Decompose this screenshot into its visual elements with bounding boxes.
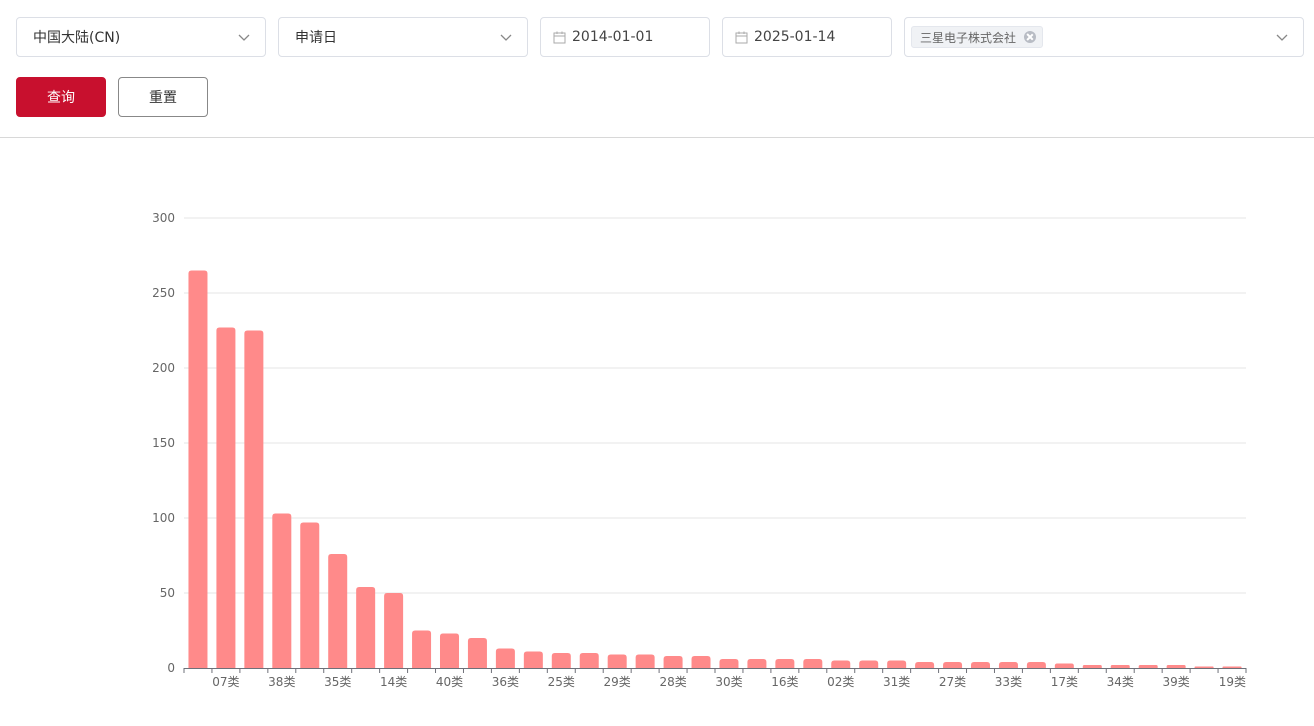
bar[interactable] xyxy=(467,638,487,668)
x-tick-label: 31类 xyxy=(883,675,910,689)
y-tick-label: 200 xyxy=(152,361,175,375)
bar[interactable] xyxy=(1138,665,1158,668)
x-tick-label: 36类 xyxy=(492,675,519,689)
x-tick-label: 07类 xyxy=(212,675,239,689)
chart-bars xyxy=(188,270,1242,669)
x-tick-label: 28类 xyxy=(659,675,686,689)
x-tick-label: 29类 xyxy=(604,675,631,689)
date-type-select[interactable]: 申请日 xyxy=(278,17,528,57)
x-tick-label: 16类 xyxy=(771,675,798,689)
x-tick-label: 38类 xyxy=(268,675,295,689)
bar[interactable] xyxy=(1082,665,1102,668)
y-tick-label: 0 xyxy=(167,661,175,675)
end-date-input[interactable]: 2025-01-14 xyxy=(722,17,892,57)
bar[interactable] xyxy=(859,660,879,669)
bar[interactable] xyxy=(970,662,991,668)
applicant-tag: 三星电子株式会社 xyxy=(911,26,1044,48)
x-tick-label: 34类 xyxy=(1107,675,1134,689)
query-button[interactable]: 查询 xyxy=(16,77,106,117)
y-tick-label: 250 xyxy=(152,286,175,300)
close-icon[interactable] xyxy=(1024,31,1037,43)
chevron-down-icon xyxy=(238,34,250,41)
bar[interactable] xyxy=(384,593,404,668)
bar[interactable] xyxy=(523,651,543,669)
bar[interactable] xyxy=(1054,663,1074,669)
chevron-down-icon xyxy=(500,34,512,41)
bar[interactable] xyxy=(1026,662,1046,668)
end-date-value: 2025-01-14 xyxy=(754,29,836,45)
bar[interactable] xyxy=(412,630,432,669)
bar[interactable] xyxy=(244,330,264,669)
x-tick-label: 33类 xyxy=(995,675,1022,689)
bar[interactable] xyxy=(1166,665,1186,668)
x-tick-label: 02类 xyxy=(827,675,854,689)
bar[interactable] xyxy=(998,662,1018,668)
applicant-tag-label: 三星电子株式会社 xyxy=(920,30,1017,45)
bar[interactable] xyxy=(719,659,739,668)
chevron-down-icon xyxy=(1276,34,1288,41)
x-tick-label: 40类 xyxy=(436,675,463,689)
reset-button[interactable]: 重置 xyxy=(118,77,208,117)
filter-bar: 中国大陆(CN) 申请日 2014-01-01 2025-01-14 三星电子株… xyxy=(0,0,1314,138)
calendar-icon xyxy=(735,31,748,43)
bar[interactable] xyxy=(691,656,711,668)
x-tick-label: 17类 xyxy=(1051,675,1078,689)
bar[interactable] xyxy=(887,660,907,669)
y-axis-ticks: 0 50 100 150 200 250 300 xyxy=(152,211,175,675)
start-date-input[interactable]: 2014-01-01 xyxy=(540,17,710,57)
y-tick-label: 50 xyxy=(160,586,175,600)
chart-grid xyxy=(184,217,1246,594)
bar[interactable] xyxy=(747,659,767,668)
bar[interactable] xyxy=(1222,666,1242,669)
y-tick-label: 150 xyxy=(152,436,175,450)
applicant-select[interactable]: 三星电子株式会社 xyxy=(904,17,1304,57)
bar[interactable] xyxy=(635,654,655,669)
region-select[interactable]: 中国大陆(CN) xyxy=(16,17,266,57)
bar[interactable] xyxy=(663,656,683,668)
bar[interactable] xyxy=(356,587,376,668)
bar[interactable] xyxy=(943,662,963,668)
bar-chart: 0 50 100 150 200 250 300 07类 38类 35类 14类 40类 36类 25类… xyxy=(152,211,1247,689)
x-tick-label: 39类 xyxy=(1162,675,1189,689)
x-tick-label: 30类 xyxy=(715,675,742,689)
bar[interactable] xyxy=(607,654,627,669)
bar[interactable] xyxy=(551,653,571,668)
bar[interactable] xyxy=(328,554,348,668)
bar[interactable] xyxy=(803,659,823,668)
x-axis: 07类 38类 35类 14类 40类 36类 25类 29类 28类 30类 16类 02类 31类 2… xyxy=(183,668,1247,689)
bar[interactable] xyxy=(272,513,292,669)
x-tick-label: 14类 xyxy=(380,675,407,689)
x-tick-label: 27类 xyxy=(939,675,966,689)
bar[interactable] xyxy=(439,633,460,669)
bar[interactable] xyxy=(216,327,236,669)
bar[interactable] xyxy=(495,648,515,669)
calendar-icon xyxy=(553,31,566,43)
bar[interactable] xyxy=(579,653,599,668)
bar[interactable] xyxy=(300,522,320,669)
date-type-select-value: 申请日 xyxy=(295,30,337,46)
x-tick-label: 35类 xyxy=(324,675,351,689)
bar[interactable] xyxy=(915,662,935,668)
x-tick-label: 19类 xyxy=(1219,675,1246,689)
region-select-value: 中国大陆(CN) xyxy=(33,30,121,46)
bar[interactable] xyxy=(775,659,795,668)
bar[interactable] xyxy=(1110,665,1130,668)
bar[interactable] xyxy=(831,660,851,669)
y-tick-label: 300 xyxy=(152,211,175,225)
bar[interactable] xyxy=(1194,666,1214,669)
bar[interactable] xyxy=(188,270,208,669)
start-date-value: 2014-01-01 xyxy=(572,29,654,45)
x-tick-label: 25类 xyxy=(548,675,575,689)
y-tick-label: 100 xyxy=(152,511,175,525)
